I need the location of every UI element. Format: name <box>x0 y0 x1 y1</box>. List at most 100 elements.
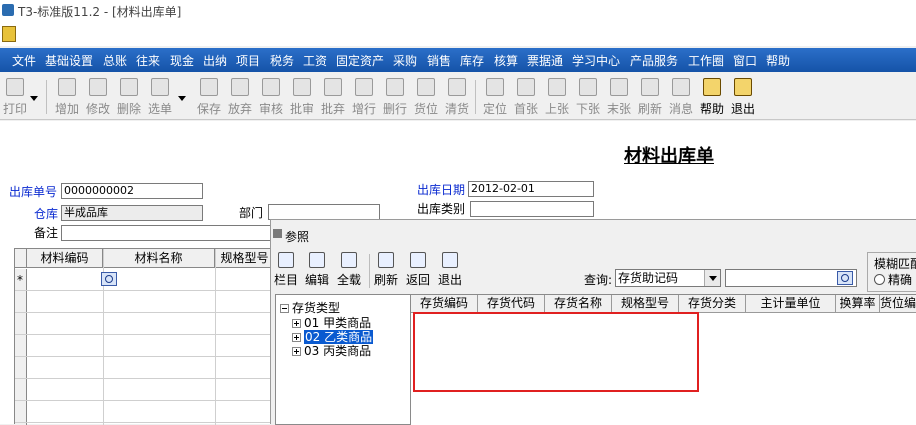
menu-window[interactable]: 窗口 <box>733 52 757 69</box>
location-button[interactable]: 货位 <box>411 78 441 118</box>
column-spec-model[interactable]: 规格型号 <box>612 295 679 313</box>
column-location[interactable]: 货位编 <box>880 295 916 313</box>
material-lookup-icon[interactable] <box>101 272 117 286</box>
column-conversion-rate[interactable]: 换算率 <box>836 295 880 313</box>
message-button[interactable]: 消息 <box>666 78 696 118</box>
select-button[interactable]: 选单 <box>145 78 175 118</box>
order-number-field[interactable]: 0000000002 <box>61 183 203 199</box>
menu-fixed-assets[interactable]: 固定资产 <box>336 52 384 69</box>
edit-button[interactable]: 修改 <box>83 78 113 118</box>
edit-icon <box>89 78 107 96</box>
menu-basic-settings[interactable]: 基础设置 <box>45 52 93 69</box>
document-icon[interactable] <box>2 26 16 42</box>
table-row[interactable] <box>15 291 275 313</box>
menu-accounting[interactable]: 核算 <box>494 52 518 69</box>
column-inventory-code[interactable]: 存货编码 <box>411 295 478 313</box>
menu-learning[interactable]: 学习中心 <box>572 52 620 69</box>
next-button[interactable]: 下张 <box>573 78 603 118</box>
dialog-exit-button[interactable]: 退出 <box>438 252 462 292</box>
audit-icon <box>262 78 280 96</box>
refresh-button[interactable]: 刷新 <box>635 78 665 118</box>
dialog-edit-button[interactable]: 编辑 <box>305 252 329 292</box>
return-button[interactable]: 返回 <box>406 252 430 292</box>
column-inventory-name[interactable]: 存货名称 <box>545 295 612 313</box>
chevron-down-icon[interactable] <box>704 270 720 286</box>
message-icon <box>672 78 690 96</box>
column-main-unit[interactable]: 主计量单位 <box>746 295 836 313</box>
table-row[interactable] <box>15 313 275 335</box>
menu-purchase[interactable]: 采购 <box>393 52 417 69</box>
print-dropdown[interactable] <box>28 88 40 108</box>
delete-row-button[interactable]: 删行 <box>380 78 410 118</box>
first-button[interactable]: 首张 <box>511 78 541 118</box>
refresh-icon <box>641 78 659 96</box>
menu-sales[interactable]: 销售 <box>427 52 451 69</box>
column-material-code[interactable]: 材料编码 <box>27 249 103 268</box>
clear-goods-button[interactable]: 清货 <box>442 78 472 118</box>
menu-file[interactable]: 文件 <box>12 52 36 69</box>
expand-icon[interactable] <box>292 347 301 356</box>
table-row[interactable] <box>15 269 275 291</box>
app-icon <box>2 4 14 16</box>
date-label: 出库日期 <box>417 183 466 197</box>
locate-icon <box>486 78 504 96</box>
batch-audit-button[interactable]: 批审 <box>287 78 317 118</box>
menu-inventory[interactable]: 库存 <box>460 52 484 69</box>
previous-button[interactable]: 上张 <box>542 78 572 118</box>
last-icon <box>610 78 628 96</box>
print-button[interactable]: 打印 <box>0 78 30 118</box>
column-spec-model[interactable]: 规格型号 <box>215 249 275 268</box>
add-button[interactable]: 增加 <box>52 78 82 118</box>
help-button[interactable]: 帮助 <box>697 78 727 118</box>
remark-field[interactable] <box>61 225 273 241</box>
expand-icon[interactable] <box>292 319 301 328</box>
batch-audit-icon <box>293 78 311 96</box>
last-button[interactable]: 末张 <box>604 78 634 118</box>
table-row[interactable] <box>15 335 275 357</box>
columns-button[interactable]: 栏目 <box>274 252 298 292</box>
batch-reject-icon <box>324 78 342 96</box>
expand-icon[interactable] <box>292 333 301 342</box>
menu-bills[interactable]: 票据通 <box>527 52 563 69</box>
add-row-button[interactable]: 增行 <box>349 78 379 118</box>
batch-reject-button[interactable]: 批弃 <box>318 78 348 118</box>
menu-products[interactable]: 产品服务 <box>630 52 678 69</box>
locate-button[interactable]: 定位 <box>480 78 510 118</box>
outbound-type-field[interactable] <box>470 201 594 217</box>
delete-button[interactable]: 删除 <box>114 78 144 118</box>
help-icon <box>703 78 721 96</box>
discard-button[interactable]: 放弃 <box>225 78 255 118</box>
column-inventory-category[interactable]: 存货分类 <box>679 295 746 313</box>
load-all-button[interactable]: 全载 <box>337 252 361 292</box>
table-row[interactable] <box>15 401 275 423</box>
exit-button[interactable]: 退出 <box>728 78 758 118</box>
search-icon[interactable] <box>837 271 853 285</box>
table-row[interactable] <box>15 357 275 379</box>
select-dropdown[interactable] <box>176 88 188 108</box>
exact-radio[interactable]: 精确 <box>874 271 912 288</box>
department-field[interactable] <box>268 204 380 220</box>
menu-cashier[interactable]: 出纳 <box>203 52 227 69</box>
collapse-icon[interactable] <box>280 304 289 313</box>
column-inventory-alias[interactable]: 存货代码 <box>478 295 545 313</box>
menu-help[interactable]: 帮助 <box>766 52 790 69</box>
menu-general-ledger[interactable]: 总账 <box>103 52 127 69</box>
menu-cash[interactable]: 现金 <box>170 52 194 69</box>
menu-salary[interactable]: 工资 <box>303 52 327 69</box>
toolbar-separator <box>475 80 476 114</box>
menu-tax[interactable]: 税务 <box>270 52 294 69</box>
warehouse-field[interactable]: 半成品库 <box>61 205 203 221</box>
toolbar-separator <box>369 254 370 288</box>
column-material-name[interactable]: 材料名称 <box>103 249 215 268</box>
match-mode-group: 模糊匹配 精确 <box>867 252 916 292</box>
menu-project[interactable]: 项目 <box>236 52 260 69</box>
menu-workcircle[interactable]: 工作圈 <box>688 52 724 69</box>
menu-accounts[interactable]: 往来 <box>136 52 160 69</box>
dialog-refresh-button[interactable]: 刷新 <box>374 252 398 292</box>
query-field-select[interactable]: 存货助记码 <box>615 269 721 287</box>
table-row[interactable] <box>15 379 275 401</box>
date-field[interactable]: 2012-02-01 <box>468 181 594 197</box>
save-button[interactable]: 保存 <box>194 78 224 118</box>
audit-button[interactable]: 审核 <box>256 78 286 118</box>
tree-item[interactable]: 03 丙类商品 <box>292 342 371 359</box>
